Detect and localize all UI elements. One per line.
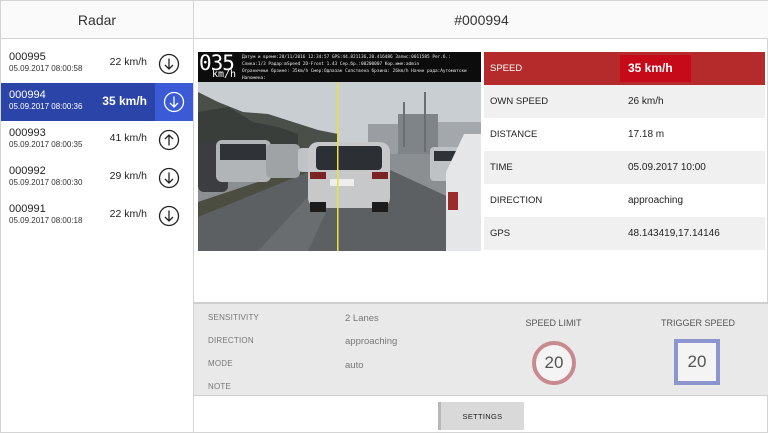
record-row-000991[interactable]: 000991 05.09.2017 08:00:18 22 km/h [1, 197, 193, 235]
overlay-line-1: Датум и време:28/11/2016 12:34:57 GPS:44… [242, 55, 451, 60]
arrow-down-circle-icon[interactable] [158, 167, 180, 189]
record-id: 000991 [9, 203, 46, 215]
trigger-speed-title: TRIGGER SPEED [660, 318, 735, 328]
time-value: 05.09.2017 10:00 [628, 162, 706, 173]
record-row-000993[interactable]: 000993 05.09.2017 08:00:35 41 km/h [1, 121, 193, 159]
record-row-000995[interactable]: 000995 05.09.2017 08:00:58 22 km/h [1, 45, 193, 83]
record-row-000992[interactable]: 000992 05.09.2017 08:00:30 29 km/h [1, 159, 193, 197]
detail-title: #000994 [194, 1, 768, 39]
record-date: 05.09.2017 08:00:58 [9, 64, 83, 73]
info-row-direction: DIRECTION approaching [484, 184, 765, 217]
distance-label: DISTANCE [490, 129, 538, 140]
records-title: Radar [1, 1, 193, 39]
radar-settings-panel: SENSITIVITY 2 Lanes DIRECTION approachin… [194, 302, 768, 396]
records-list: 000995 05.09.2017 08:00:58 22 km/h 00099… [1, 45, 193, 235]
gps-label: GPS [490, 228, 511, 239]
overlay-line-2: Слика:1/3 Радар:mSpeed 2D-Front 1.43 Сер… [242, 62, 420, 67]
sensitivity-value: 2 Lanes [345, 313, 379, 324]
info-row-gps: GPS 48.143419,17.14146 [484, 217, 765, 250]
note-label: NOTE [208, 382, 232, 391]
speed-label: SPEED [490, 63, 523, 74]
arrow-down-circle-icon[interactable] [163, 91, 185, 113]
overlay-unit: km/h [212, 69, 237, 80]
direction-value: approaching [628, 195, 684, 206]
detail-pane: #000994 035 km/h Датум и време:28/11/201… [194, 1, 768, 433]
info-row-time: TIME 05.09.2017 10:00 [484, 151, 765, 184]
record-speed: 22 km/h [109, 208, 147, 220]
arrow-down-circle-icon[interactable] [158, 205, 180, 227]
mode-value: auto [345, 360, 364, 371]
speed-limit-title: SPEED LIMIT [525, 318, 582, 328]
distance-value: 17.18 m [628, 129, 665, 140]
info-row-distance: DISTANCE 17.18 m [484, 118, 765, 151]
arrow-up-circle-icon[interactable] [158, 129, 180, 151]
arrow-down-circle-icon[interactable] [158, 53, 180, 75]
settings-direction-label: DIRECTION [208, 336, 254, 345]
info-row-speed: SPEED 35 km/h [484, 52, 765, 85]
record-date: 05.09.2017 08:00:30 [9, 178, 83, 187]
radar-app: Radar 000995 05.09.2017 08:00:58 22 km/h… [0, 0, 768, 433]
own-speed-value: 26 km/h [628, 96, 664, 107]
record-row-000994[interactable]: 000994 05.09.2017 08:00:36 35 km/h [1, 83, 193, 121]
record-date: 05.09.2017 08:00:18 [9, 216, 83, 225]
record-speed: 29 km/h [109, 170, 147, 182]
record-speed: 22 km/h [109, 56, 147, 68]
mode-label: MODE [208, 359, 233, 368]
overlay-line-3: Ограничење брзине: 35km/h Смер:Одлазак С… [242, 69, 467, 74]
record-speed: 41 km/h [109, 132, 147, 144]
overlay-line-4: Напомена: [242, 76, 266, 81]
time-label: TIME [490, 162, 513, 173]
gps-value: 48.143419,17.14146 [628, 228, 720, 239]
settings-direction-value: approaching [345, 336, 398, 347]
record-id: 000993 [9, 127, 46, 139]
direction-label: DIRECTION [490, 195, 543, 206]
record-id: 000994 [9, 89, 46, 101]
camera-photo: 035 km/h Датум и време:28/11/2016 12:34:… [198, 52, 481, 251]
settings-button[interactable]: SETTINGS [438, 402, 524, 430]
speed-value: 35 km/h [628, 61, 673, 75]
record-id: 000992 [9, 165, 46, 177]
record-speed: 35 km/h [102, 94, 147, 108]
measurement-info-table: SPEED 35 km/h OWN SPEED 26 km/h DISTANCE… [484, 52, 765, 250]
own-speed-label: OWN SPEED [490, 96, 549, 107]
sensitivity-label: SENSITIVITY [208, 313, 260, 322]
speed-limit-sign: 20 [532, 341, 576, 385]
record-id: 000995 [9, 51, 46, 63]
records-pane: Radar 000995 05.09.2017 08:00:58 22 km/h… [1, 1, 194, 433]
trigger-speed-box: 20 [674, 339, 720, 385]
record-date: 05.09.2017 08:00:35 [9, 140, 83, 149]
info-row-own-speed: OWN SPEED 26 km/h [484, 85, 765, 118]
record-date: 05.09.2017 08:00:36 [9, 102, 83, 111]
